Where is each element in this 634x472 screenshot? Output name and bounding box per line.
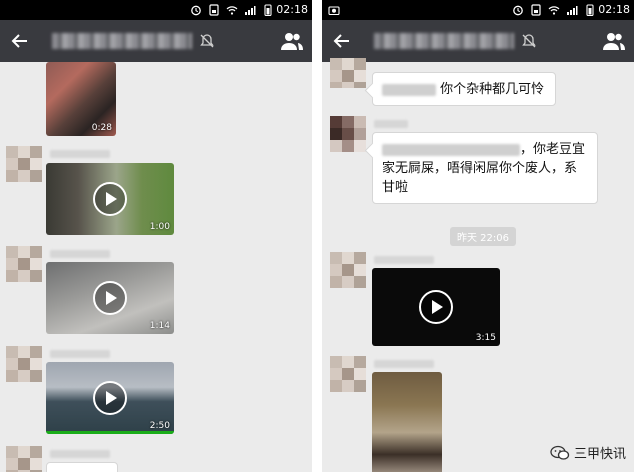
play-icon[interactable] [92, 380, 128, 416]
mute-icon [198, 32, 216, 50]
sender-name-redacted [374, 120, 408, 128]
battery-saver-icon [530, 4, 542, 16]
alarm-icon [190, 4, 202, 16]
message-text-line: 甘啦 [382, 180, 409, 195]
status-bar: 02:18 [322, 0, 634, 20]
status-time: 02:18 [598, 3, 630, 16]
sender-name-redacted [374, 256, 434, 264]
group-members-icon[interactable] [602, 30, 626, 52]
message-text: 你个杂种都几可怜 [440, 82, 545, 97]
video-message[interactable]: 2:50 [46, 362, 174, 434]
video-message[interactable]: 0:28 [46, 62, 116, 136]
redacted-text [382, 83, 436, 96]
message-text-line: ，你老豆宜 [520, 142, 586, 157]
back-arrow-icon[interactable] [330, 29, 354, 53]
group-members-icon[interactable] [280, 30, 304, 52]
text-message[interactable]: ，你老豆宜 家无屙屎，唔得闲屌你个废人，系 甘啦 [372, 132, 598, 204]
chat-header [0, 20, 312, 62]
sender-name-redacted [50, 450, 110, 458]
chat-timestamp: 昨天 22:06 [450, 227, 516, 246]
mute-icon [520, 32, 538, 50]
avatar[interactable] [330, 252, 366, 288]
alarm-icon [512, 4, 524, 16]
wifi-icon [548, 4, 560, 16]
video-message[interactable]: 3:15 [372, 268, 500, 346]
signal-icon [244, 4, 256, 16]
sender-name-redacted [50, 250, 110, 258]
sender-name-redacted [50, 350, 110, 358]
battery-saver-icon [208, 4, 220, 16]
video-duration: 3:15 [475, 333, 496, 343]
play-icon[interactable] [92, 181, 128, 217]
wechat-logo-icon [550, 445, 570, 460]
battery-icon [262, 4, 274, 16]
video-duration: 2:50 [149, 421, 170, 431]
video-duration: 0:28 [91, 123, 112, 133]
back-arrow-icon[interactable] [8, 29, 32, 53]
chat-header [322, 20, 634, 62]
avatar[interactable] [6, 146, 42, 182]
avatar[interactable] [330, 58, 366, 88]
video-duration: 1:14 [149, 321, 170, 331]
video-progress-bar [46, 431, 174, 434]
signal-icon [566, 4, 578, 16]
avatar[interactable] [6, 246, 42, 282]
avatar[interactable] [330, 356, 366, 392]
watermark: 三甲快讯 [550, 443, 626, 462]
video-message[interactable]: 1:14 [46, 262, 174, 334]
right-chat-screen: 02:18 你个杂种都几可怜 ，你老豆宜 家无屙屎，唔得闲屌你个废人，系 甘啦 … [322, 0, 634, 472]
sender-name-redacted [50, 150, 110, 158]
image-message[interactable] [372, 372, 442, 472]
watermark-text: 三甲快讯 [573, 447, 626, 462]
left-chat-screen: 02:18 0:28 1:00 1:14 2:50 [0, 0, 312, 472]
text-message[interactable] [46, 462, 118, 472]
play-icon[interactable] [418, 289, 454, 325]
video-duration: 1:00 [149, 222, 170, 232]
status-time: 02:18 [276, 3, 308, 16]
avatar[interactable] [6, 346, 42, 382]
sender-name-redacted [374, 360, 434, 368]
wifi-icon [226, 4, 238, 16]
camera-icon [328, 4, 340, 16]
chat-title-redacted [374, 33, 514, 49]
avatar[interactable] [330, 116, 366, 152]
chat-title-redacted [52, 33, 192, 49]
status-bar: 02:18 [0, 0, 312, 20]
message-text-line: 家无屙屎，唔得闲屌你个废人，系 [382, 161, 578, 176]
battery-icon [584, 4, 596, 16]
video-message[interactable]: 1:00 [46, 163, 174, 235]
play-icon[interactable] [92, 280, 128, 316]
redacted-text [382, 143, 520, 156]
avatar[interactable] [6, 446, 42, 472]
text-message[interactable]: 你个杂种都几可怜 [372, 72, 556, 106]
screenshot-divider [312, 0, 322, 472]
